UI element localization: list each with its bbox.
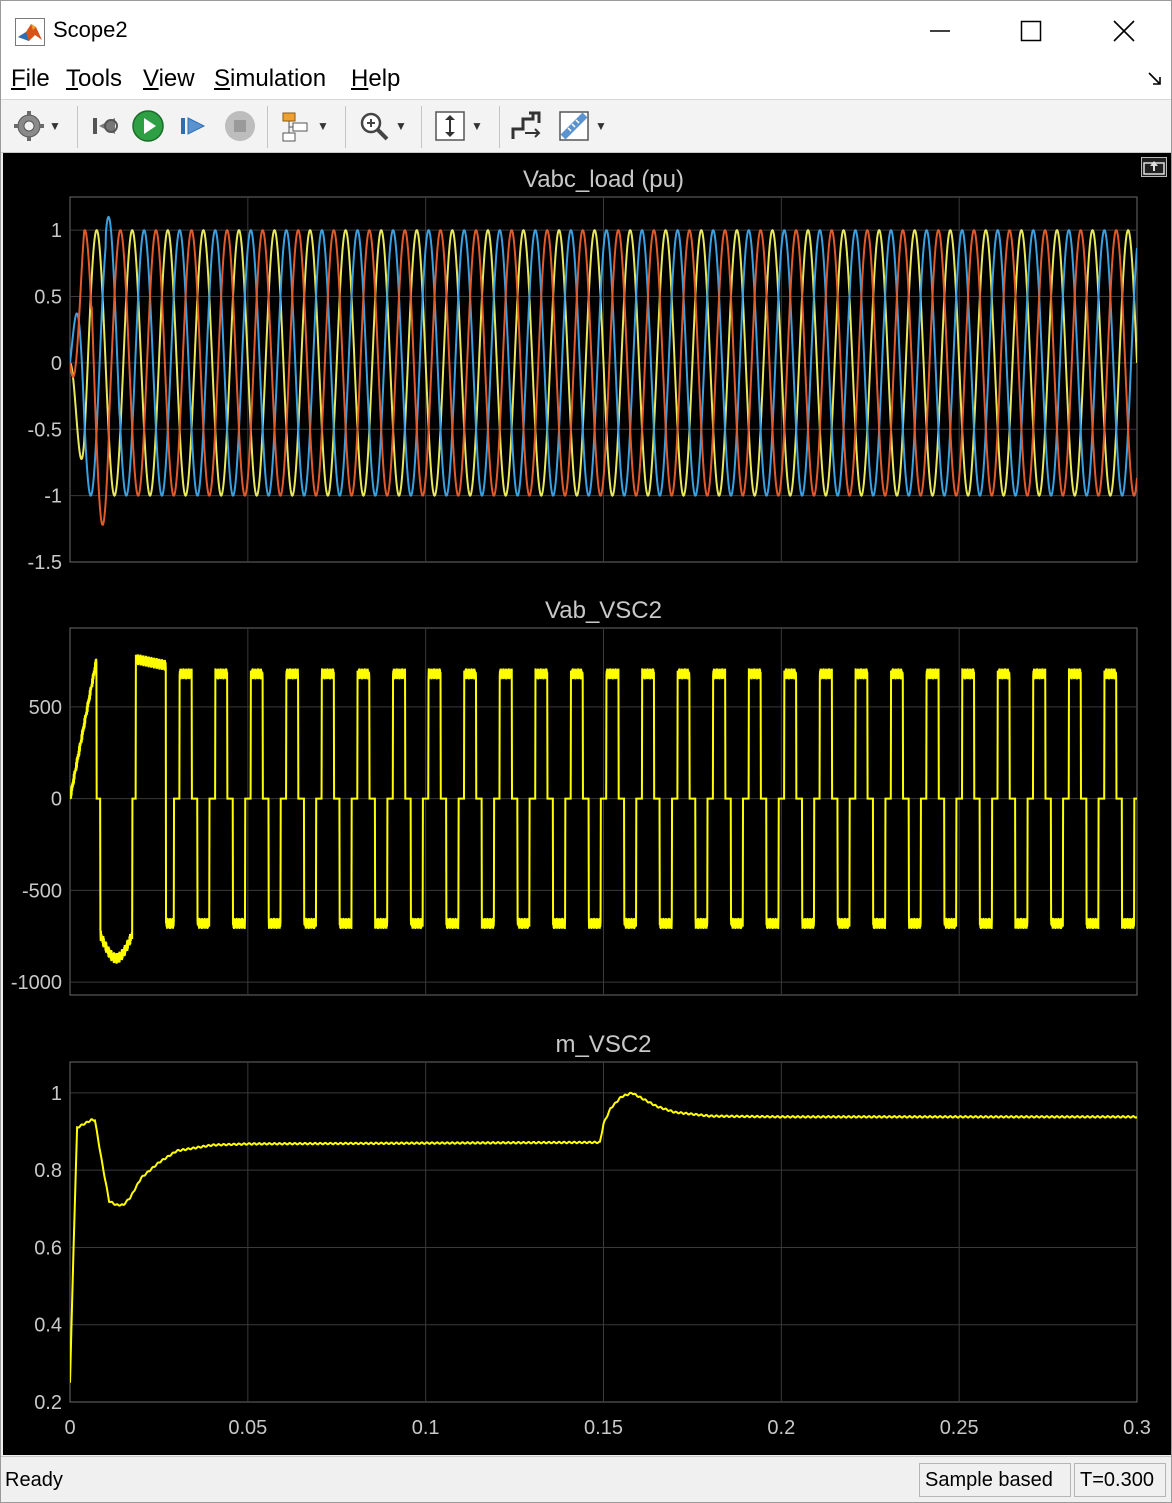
highlight-block-button[interactable]: ▼ [279, 108, 329, 144]
x-tick-label: 0.2 [767, 1417, 795, 1439]
window-title: Scope2 [53, 17, 128, 42]
dock-arrow-icon[interactable] [1147, 71, 1163, 87]
status-ready-text: Ready [5, 1469, 63, 1491]
maximize-icon [1020, 20, 1042, 42]
matlab-logo-icon [15, 18, 45, 46]
y-tick-label: 0.2 [34, 1392, 62, 1414]
step-back-icon [93, 118, 118, 134]
run-button[interactable] [131, 108, 165, 144]
zoom-button[interactable]: ▼ [357, 108, 407, 144]
title-bar: Scope2 [1, 1, 1171, 61]
plot-2: m_VSC2 0 0.05 0.1 0.15 0.2 0.25 0.3 1 0.8 0.6 0.4 0.… [34, 1031, 1151, 1439]
close-button[interactable] [1099, 11, 1149, 51]
close-icon [1113, 20, 1135, 42]
run-icon [132, 110, 164, 142]
y-tick-label: 0.8 [34, 1160, 62, 1182]
highlight-block-icon [282, 112, 308, 142]
stop-icon [225, 111, 255, 141]
y-tick-label: 0.4 [34, 1315, 62, 1337]
x-tick-label: 0.05 [228, 1417, 267, 1439]
scope-plots: Vabc_load (pu) 1 0.5 0 -0.5 -1 -1.5 Vab_VSC2 500… [11, 166, 1151, 1439]
status-bar: Ready Sample based T=0.300 [1, 1456, 1171, 1502]
y-tick-label: 1 [51, 1083, 62, 1105]
write-data-button[interactable] [509, 108, 543, 144]
menu-file[interactable]: File [11, 65, 50, 93]
measurement-icon [559, 111, 589, 141]
plot-0: Vabc_load (pu) 1 0.5 0 -0.5 -1 -1.5 [28, 166, 1138, 574]
status-sample-mode: Sample based [919, 1463, 1071, 1497]
maximize-button[interactable] [1006, 11, 1056, 51]
menu-help[interactable]: Help [351, 65, 400, 93]
undock-icon [1143, 161, 1165, 175]
scope-plot-area: Vabc_load (pu) 1 0.5 0 -0.5 -1 -1.5 Vab_VSC2 500… [3, 153, 1171, 1455]
y-tick-label: -1.5 [28, 552, 62, 574]
x-tick-label: 0.1 [412, 1417, 440, 1439]
step-forward-icon [181, 117, 206, 135]
y-tick-label: -1 [44, 486, 62, 508]
undock-button[interactable] [1141, 157, 1167, 177]
menu-view[interactable]: View [143, 65, 195, 93]
menu-tools[interactable]: Tools [66, 65, 122, 93]
write-data-icon [511, 111, 541, 139]
measurement-button[interactable]: ▼ [557, 108, 607, 144]
menu-simulation[interactable]: Simulation [214, 65, 326, 93]
zoom-icon [360, 112, 389, 141]
y-tick-label: 1 [51, 220, 62, 242]
x-tick-label: 0.15 [584, 1417, 623, 1439]
y-tick-label: 500 [29, 697, 62, 719]
menu-bar: File Tools View Simulation Help [1, 61, 1171, 99]
toolbar: ▼ ▼ ▼ ▼ ▼ [1, 99, 1171, 153]
minimize-button[interactable] [915, 11, 965, 51]
plot-title: m_VSC2 [555, 1031, 651, 1058]
y-tick-label: -500 [22, 880, 62, 902]
autoscale-button[interactable]: ▼ [433, 108, 483, 144]
y-tick-label: 0 [51, 353, 62, 375]
y-tick-label: -1000 [11, 972, 62, 994]
plot-title: Vabc_load (pu) [523, 166, 684, 193]
y-tick-label: -0.5 [28, 419, 62, 441]
autoscale-icon [435, 111, 465, 141]
settings-icon [14, 111, 44, 141]
settings-button[interactable]: ▼ [13, 108, 61, 144]
status-sim-time: T=0.300 [1074, 1463, 1166, 1497]
minimize-icon [930, 30, 950, 32]
y-tick-label: 0.6 [34, 1237, 62, 1259]
stop-button[interactable] [223, 108, 257, 144]
plot-1: Vab_VSC2 500 0 -500 -1000 [11, 597, 1138, 996]
scope-window: Scope2 File Tools View Simulation Help ▼ [0, 0, 1172, 1503]
x-tick-label: 0 [64, 1417, 75, 1439]
y-tick-label: 0.5 [34, 287, 62, 309]
plot-title: Vab_VSC2 [545, 597, 662, 624]
y-tick-label: 0 [51, 789, 62, 811]
x-tick-label: 0.3 [1123, 1417, 1151, 1439]
step-back-button[interactable] [89, 108, 121, 144]
x-tick-label: 0.25 [940, 1417, 979, 1439]
step-forward-button[interactable] [177, 108, 209, 144]
